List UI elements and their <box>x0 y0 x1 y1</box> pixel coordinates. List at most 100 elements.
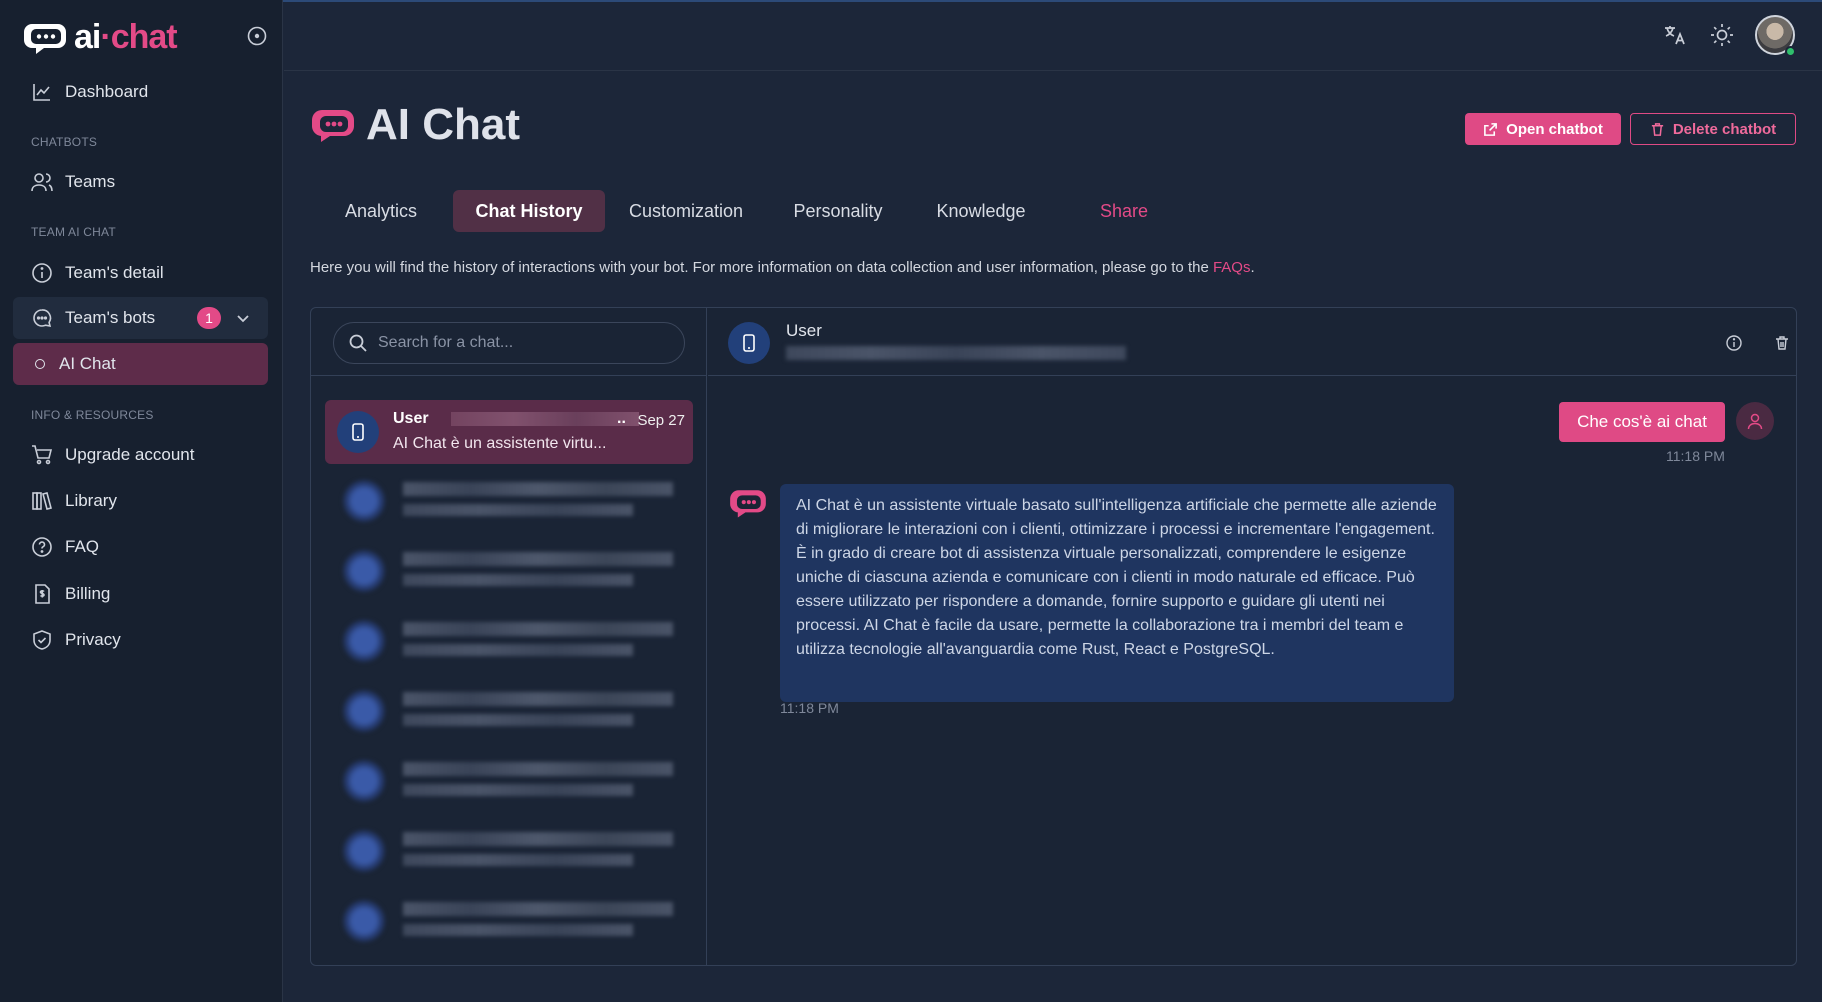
trash-icon <box>1651 122 1663 136</box>
sidebar-item-dashboard[interactable]: Dashboard <box>13 71 268 113</box>
chat-bubble-logo-icon <box>24 23 66 54</box>
trash-icon[interactable] <box>1773 334 1791 352</box>
logo-ai: ai <box>74 18 101 56</box>
tab-knowledge[interactable]: Knowledge <box>924 190 1038 232</box>
open-chatbot-label: Open chatbot <box>1506 120 1603 138</box>
redacted-line <box>403 644 633 656</box>
phone-avatar <box>337 411 379 453</box>
chat-date: Sep 27 <box>637 412 685 429</box>
top-bar <box>284 0 1822 71</box>
redacted-line <box>403 482 673 496</box>
app-logo[interactable]: ai·chat <box>24 18 178 57</box>
sidebar-item-label: Teams <box>65 172 116 191</box>
sidebar-item-teams-detail[interactable]: Team's detail <box>13 252 268 294</box>
chat-user-name: User <box>393 410 429 427</box>
search-input[interactable] <box>378 334 668 352</box>
redacted-avatar <box>343 480 385 522</box>
search-icon <box>349 334 367 352</box>
redacted-avatar <box>343 760 385 802</box>
list-item[interactable] <box>333 686 693 736</box>
section-label-info: INFO & RESOURCES <box>31 408 154 422</box>
chat-ellipsis: .. <box>617 410 626 427</box>
faqs-link[interactable]: FAQs <box>1213 259 1251 276</box>
chat-list-item-selected[interactable]: User .. Sep 27 AI Chat è un assistente v… <box>325 400 693 464</box>
list-item[interactable] <box>333 476 693 526</box>
redacted-user-id <box>786 346 1126 360</box>
bot-message-time: 11:18 PM <box>780 700 839 716</box>
sidebar-item-label: AI Chat <box>59 354 116 373</box>
page-title: AI Chat <box>310 100 520 150</box>
redacted-avatar <box>343 550 385 592</box>
open-chatbot-button[interactable]: Open chatbot <box>1465 113 1621 145</box>
delete-chatbot-button[interactable]: Delete chatbot <box>1630 113 1796 145</box>
redacted-avatar <box>343 620 385 662</box>
conversation-user-name: User <box>786 321 822 340</box>
redacted-avatar <box>343 900 385 942</box>
redacted-line <box>403 924 633 936</box>
bot-avatar-icon <box>730 490 766 518</box>
tab-personality[interactable]: Personality <box>780 190 896 232</box>
redacted-line <box>403 574 633 586</box>
chevron-down-icon[interactable] <box>235 310 251 326</box>
redacted-line <box>403 622 673 636</box>
redacted-line <box>403 762 673 776</box>
sidebar-item-label: Upgrade account <box>65 445 195 464</box>
phone-avatar <box>728 322 770 364</box>
logo-text: ai·chat <box>74 18 178 57</box>
redacted-avatar <box>343 690 385 732</box>
chat-history-panel: User .. Sep 27 AI Chat è un assistente v… <box>310 307 1797 966</box>
conversation-view: User Che cos'è ai chat 11:18 PM AI Chat … <box>708 308 1796 965</box>
info-icon[interactable] <box>1725 334 1743 352</box>
intro-suffix: . <box>1250 259 1255 276</box>
collapse-sidebar-icon[interactable] <box>246 25 268 47</box>
info-icon <box>32 263 52 283</box>
sidebar-item-faq[interactable]: FAQ <box>13 526 268 568</box>
list-item[interactable] <box>333 616 693 666</box>
sidebar-item-label: Library <box>65 491 117 510</box>
redacted-line <box>403 504 633 516</box>
sidebar-item-label: FAQ <box>65 537 100 556</box>
question-icon <box>32 537 52 557</box>
translate-icon[interactable] <box>1662 22 1688 48</box>
sidebar-item-label: Team's bots <box>65 308 156 327</box>
tab-chat-history[interactable]: Chat History <box>453 190 605 232</box>
redacted-line <box>403 552 673 566</box>
chat-preview: AI Chat è un assistente virtu... <box>393 435 607 452</box>
sidebar-item-ai-chat[interactable]: AI Chat <box>13 343 268 385</box>
sidebar-item-upgrade[interactable]: Upgrade account <box>13 434 268 476</box>
list-item[interactable] <box>333 826 693 876</box>
user-message-bubble: Che cos'è ai chat <box>1559 402 1725 442</box>
sidebar-item-label: Billing <box>65 584 111 603</box>
external-link-icon <box>1484 122 1498 136</box>
sidebar-item-library[interactable]: Library <box>13 480 268 522</box>
search-box[interactable] <box>333 322 685 364</box>
section-label-team: TEAM AI CHAT <box>31 225 116 239</box>
count-badge: 1 <box>197 307 221 329</box>
list-item[interactable] <box>333 546 693 596</box>
sun-icon[interactable] <box>1709 22 1735 48</box>
tab-customization[interactable]: Customization <box>617 190 755 232</box>
chat-list: User .. Sep 27 AI Chat è un assistente v… <box>311 308 707 965</box>
smartphone-icon <box>743 334 755 352</box>
sidebar-item-teams[interactable]: Teams <box>13 161 268 203</box>
sidebar-item-billing[interactable]: Billing <box>13 573 268 615</box>
list-item[interactable] <box>333 756 693 806</box>
cart-icon <box>32 445 53 465</box>
intro-body: Here you will find the history of intera… <box>310 259 1213 276</box>
tab-analytics[interactable]: Analytics <box>323 190 439 232</box>
logo-dot: · <box>100 18 111 56</box>
redacted-line <box>403 902 673 916</box>
invoice-icon <box>35 584 50 604</box>
books-icon <box>32 492 52 510</box>
section-label-chatbots: CHATBOTS <box>31 135 98 149</box>
redacted-line <box>403 692 673 706</box>
sidebar: ai·chat Dashboard CHATBOTS Teams TEAM AI… <box>0 0 283 1002</box>
list-item[interactable] <box>333 896 693 946</box>
conversation-header: User <box>708 308 1796 376</box>
users-icon <box>31 173 53 192</box>
redacted-user-id <box>451 412 639 426</box>
sidebar-item-privacy[interactable]: Privacy <box>13 619 268 661</box>
sidebar-item-teams-bots[interactable]: Team's bots 1 <box>13 297 268 339</box>
sidebar-item-label: Privacy <box>65 630 121 649</box>
tab-share[interactable]: Share <box>1074 190 1174 232</box>
